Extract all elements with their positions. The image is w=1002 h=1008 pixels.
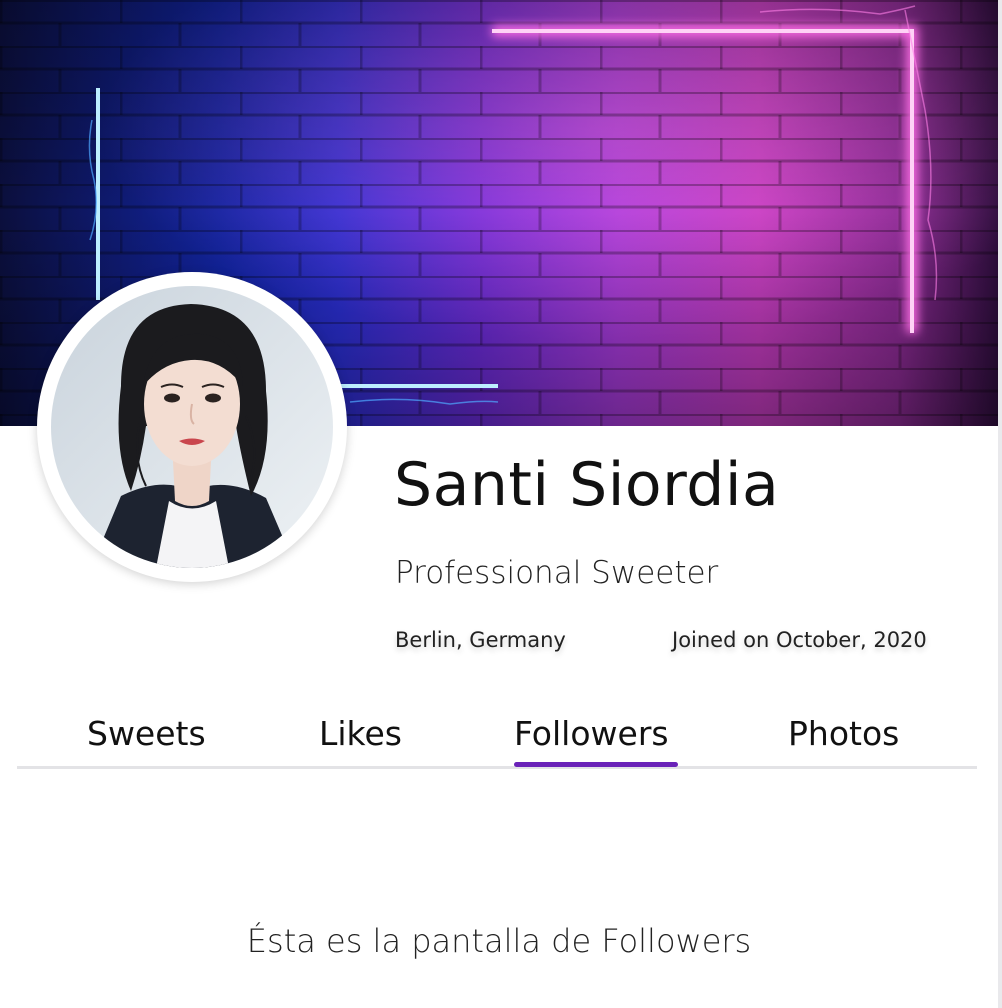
profile-location: Berlin, Germany [395,628,566,652]
profile-title: Professional Sweeter [395,555,719,591]
active-tab-indicator [514,762,678,767]
profile-tabs: Sweets Likes Followers Photos [17,708,977,770]
tab-likes[interactable]: Likes [319,714,402,753]
tab-followers[interactable]: Followers [514,714,669,753]
profile-page: Santi Siordia Professional Sweeter Berli… [0,0,1002,1008]
tab-photos[interactable]: Photos [788,714,899,753]
followers-screen-message: Ésta es la pantalla de Followers [246,922,752,960]
tab-sweets[interactable]: Sweets [87,714,206,753]
profile-joined-date: Joined on October, 2020 [672,628,927,652]
page-edge [998,0,1002,1008]
avatar[interactable] [37,272,347,582]
profile-name: Santi Siordia [394,450,780,520]
avatar-portrait-illustration [51,286,333,568]
tabs-divider [17,766,977,769]
